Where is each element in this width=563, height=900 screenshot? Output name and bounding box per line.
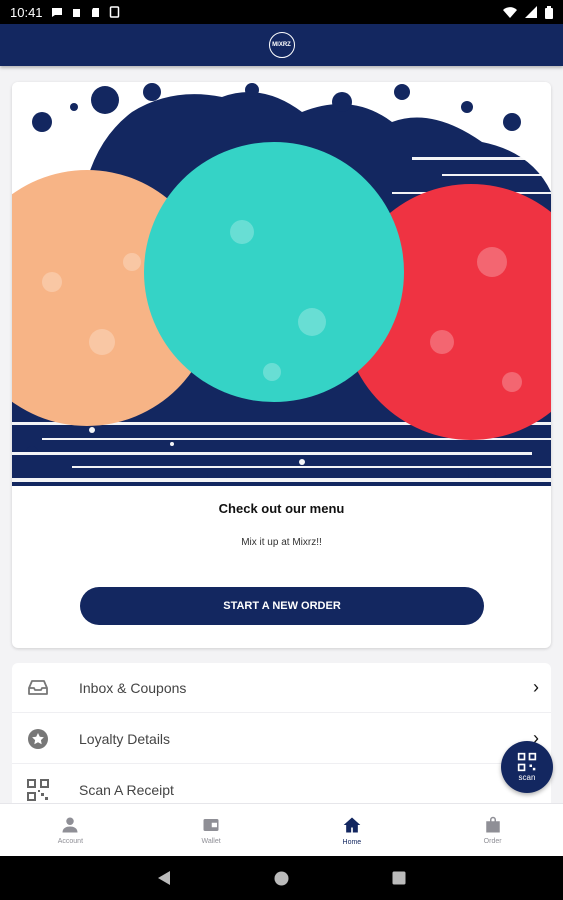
recents-icon[interactable] [392,871,406,885]
star-badge-icon [28,728,48,749]
list-item-label: Inbox & Coupons [79,679,187,696]
list-item-label: Scan A Receipt [79,782,174,798]
menu-list: Inbox & Coupons › Loyalty Details › Scan… [12,663,551,803]
nav-tab-home[interactable]: Home [282,804,423,857]
scan-label: scan [518,773,536,782]
list-item-scan-receipt[interactable]: Scan A Receipt [12,765,551,803]
status-bar: 10:41 [0,0,563,24]
start-new-order-button[interactable]: START A NEW ORDER [80,587,484,625]
chat-notification-icon [51,7,62,17]
bottom-nav: Account Wallet Home Order [0,803,563,857]
list-item-inbox-coupons[interactable]: Inbox & Coupons › [12,663,551,713]
inbox-icon [28,679,48,695]
teal-drink-circle [144,142,404,402]
qr-code-icon [27,779,49,801]
nav-label: Order [483,838,502,845]
card-notification-icon [91,7,99,17]
qr-code-icon [517,752,537,772]
bag-icon [485,816,500,833]
scan-fab-button[interactable]: scan [501,741,553,793]
system-navigation-bar [0,856,563,900]
nav-label: Account [57,838,84,845]
home-icon [343,817,361,833]
promo-hero-image [12,82,551,486]
storage-notification-icon [72,8,80,17]
home-circle-icon[interactable] [274,871,289,886]
nav-tab-wallet[interactable]: Wallet [141,804,282,857]
battery-icon [545,5,553,19]
promo-card: Check out our menu Mix it up at Mixrz!! … [12,82,551,648]
status-time: 10:41 [10,4,43,20]
list-item-label: Loyalty Details [79,730,171,747]
chevron-right-icon: › [533,677,539,697]
nav-label: Home [342,839,362,846]
wifi-icon [503,6,517,18]
wallet-icon [203,819,219,831]
person-icon [62,817,78,833]
signal-icon [525,6,537,18]
promo-subtitle: Mix it up at Mixrz!! [241,537,322,548]
promo-title: Check out our menu [218,501,345,516]
brand-logo-text: MIXRZ [272,42,291,48]
list-item-loyalty-details[interactable]: Loyalty Details › [12,714,551,764]
sim-notification-icon [109,6,119,18]
brand-logo[interactable]: MIXRZ [268,32,295,58]
app-header: MIXRZ [0,24,563,66]
back-icon[interactable] [157,870,171,886]
nav-label: Wallet [201,838,221,845]
nav-tab-account[interactable]: Account [0,804,141,857]
nav-tab-order[interactable]: Order [422,804,563,857]
